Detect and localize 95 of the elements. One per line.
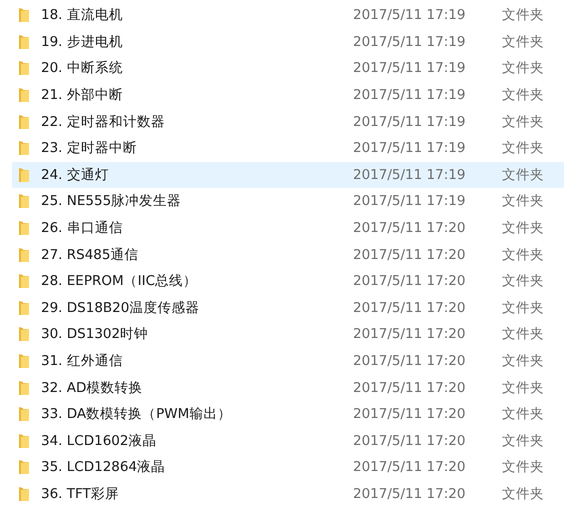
file-type: 文件夹 (502, 86, 544, 104)
file-name: 18. 直流电机 (41, 6, 124, 24)
file-row[interactable]: 28. EEPROM（IIC总线） 2017/5/11 17:20 文件夹 (12, 268, 564, 295)
folder-icon (18, 300, 30, 316)
modified-date: 2017/5/11 17:20 (353, 486, 466, 502)
file-name: 23. 定时器中断 (41, 139, 138, 158)
file-row[interactable]: 26. 串口通信 2017/5/11 17:20 文件夹 (12, 214, 564, 242)
file-type: 文件夹 (502, 219, 544, 238)
file-row[interactable]: 25. NE555脉冲发生器 2017/5/11 17:19 文件夹 (12, 188, 564, 215)
file-name: 24. 交通灯 (41, 166, 110, 184)
modified-date: 2017/5/11 17:20 (353, 220, 466, 236)
modified-date: 2017/5/11 17:19 (353, 140, 466, 156)
file-name: 33. DA数模转换（PWM输出） (41, 405, 232, 424)
file-name: 26. 串口通信 (41, 219, 124, 238)
modified-date: 2017/5/11 17:20 (353, 273, 466, 290)
file-row[interactable]: 30. DS1302时钟 2017/5/11 17:20 文件夹 (12, 321, 564, 348)
folder-icon (18, 220, 30, 236)
file-name: 20. 中断系统 (41, 59, 124, 78)
modified-date: 2017/5/11 17:19 (353, 87, 466, 104)
folder-icon (18, 140, 30, 156)
folder-icon (18, 60, 30, 76)
file-name: 19. 步进电机 (41, 32, 124, 51)
file-row[interactable]: 36. TFT彩屏 2017/5/11 17:20 文件夹 (12, 480, 564, 508)
modified-date: 2017/5/11 17:20 (353, 326, 466, 342)
file-type: 文件夹 (502, 352, 544, 370)
file-type: 文件夹 (502, 139, 544, 158)
folder-icon (18, 7, 30, 24)
file-row[interactable]: 35. LCD12864液晶 2017/5/11 17:20 文件夹 (12, 454, 564, 481)
file-row[interactable]: 33. DA数模转换（PWM输出） 2017/5/11 17:20 文件夹 (12, 400, 564, 428)
file-row[interactable]: 19. 步进电机 2017/5/11 17:19 文件夹 (12, 28, 564, 56)
modified-date: 2017/5/11 17:20 (353, 459, 466, 476)
file-row[interactable]: 21. 外部中断 2017/5/11 17:19 文件夹 (12, 82, 564, 108)
modified-date: 2017/5/11 17:20 (353, 353, 466, 370)
modified-date: 2017/5/11 17:19 (353, 7, 466, 24)
folder-icon (18, 166, 30, 183)
file-name: 22. 定时器和计数器 (41, 112, 166, 131)
modified-date: 2017/5/11 17:19 (353, 60, 466, 76)
file-name: 28. EEPROM（IIC总线） (41, 272, 198, 290)
file-type: 文件夹 (502, 378, 544, 397)
modified-date: 2017/5/11 17:20 (353, 246, 466, 263)
file-type: 文件夹 (502, 298, 544, 317)
file-name: 25. NE555脉冲发生器 (41, 192, 182, 210)
file-type: 文件夹 (502, 32, 544, 51)
folder-icon (18, 459, 30, 476)
file-type: 文件夹 (502, 432, 544, 450)
file-type: 文件夹 (502, 272, 544, 290)
file-name: 36. TFT彩屏 (41, 484, 120, 503)
folder-icon (18, 432, 30, 449)
file-row[interactable]: 23. 定时器中断 2017/5/11 17:19 文件夹 (12, 134, 564, 162)
folder-icon (18, 406, 30, 422)
file-row[interactable]: 29. DS18B20温度传感器 2017/5/11 17:20 文件夹 (12, 294, 564, 322)
folder-icon (18, 87, 30, 104)
modified-date: 2017/5/11 17:19 (353, 166, 466, 183)
file-type: 文件夹 (502, 458, 544, 476)
file-row[interactable]: 20. 中断系统 2017/5/11 17:19 文件夹 (12, 55, 564, 82)
file-row[interactable]: 32. AD模数转换 2017/5/11 17:20 文件夹 (12, 374, 564, 401)
file-row[interactable]: 34. LCD1602液晶 2017/5/11 17:20 文件夹 (12, 428, 564, 454)
folder-icon (18, 353, 30, 370)
file-name: 29. DS18B20温度传感器 (41, 298, 200, 317)
file-type: 文件夹 (502, 405, 544, 424)
folder-icon (18, 273, 30, 290)
folder-icon (18, 486, 30, 502)
folder-icon (18, 326, 30, 342)
modified-date: 2017/5/11 17:20 (353, 380, 466, 396)
file-name: 21. 外部中断 (41, 86, 124, 104)
folder-icon (18, 34, 30, 50)
file-row[interactable]: 22. 定时器和计数器 2017/5/11 17:19 文件夹 (12, 108, 564, 135)
file-type: 文件夹 (502, 59, 544, 78)
file-name: 30. DS1302时钟 (41, 325, 150, 344)
file-type: 文件夹 (502, 166, 544, 184)
file-type: 文件夹 (502, 484, 544, 503)
modified-date: 2017/5/11 17:20 (353, 432, 466, 449)
file-type: 文件夹 (502, 246, 544, 264)
modified-date: 2017/5/11 17:19 (353, 34, 466, 50)
file-row[interactable]: 27. RS485通信 2017/5/11 17:20 文件夹 (12, 241, 564, 268)
file-type: 文件夹 (502, 192, 544, 210)
file-type: 文件夹 (502, 6, 544, 24)
file-row[interactable]: 31. 红外通信 2017/5/11 17:20 文件夹 (12, 348, 564, 374)
file-row[interactable]: 18. 直流电机 2017/5/11 17:19 文件夹 (12, 2, 564, 29)
folder-icon (18, 114, 30, 130)
file-name: 34. LCD1602液晶 (41, 432, 158, 450)
folder-icon (18, 380, 30, 396)
file-name: 31. 红外通信 (41, 352, 124, 370)
modified-date: 2017/5/11 17:20 (353, 300, 466, 316)
file-type: 文件夹 (502, 112, 544, 131)
modified-date: 2017/5/11 17:20 (353, 406, 466, 422)
folder-icon (18, 246, 30, 263)
file-name: 27. RS485通信 (41, 246, 140, 264)
file-row[interactable]: 24. 交通灯 2017/5/11 17:19 文件夹 (12, 162, 564, 188)
file-type: 文件夹 (502, 325, 544, 344)
folder-icon (18, 193, 30, 210)
file-name: 35. LCD12864液晶 (41, 458, 166, 476)
modified-date: 2017/5/11 17:19 (353, 114, 466, 130)
modified-date: 2017/5/11 17:19 (353, 193, 466, 210)
file-name: 32. AD模数转换 (41, 378, 144, 397)
